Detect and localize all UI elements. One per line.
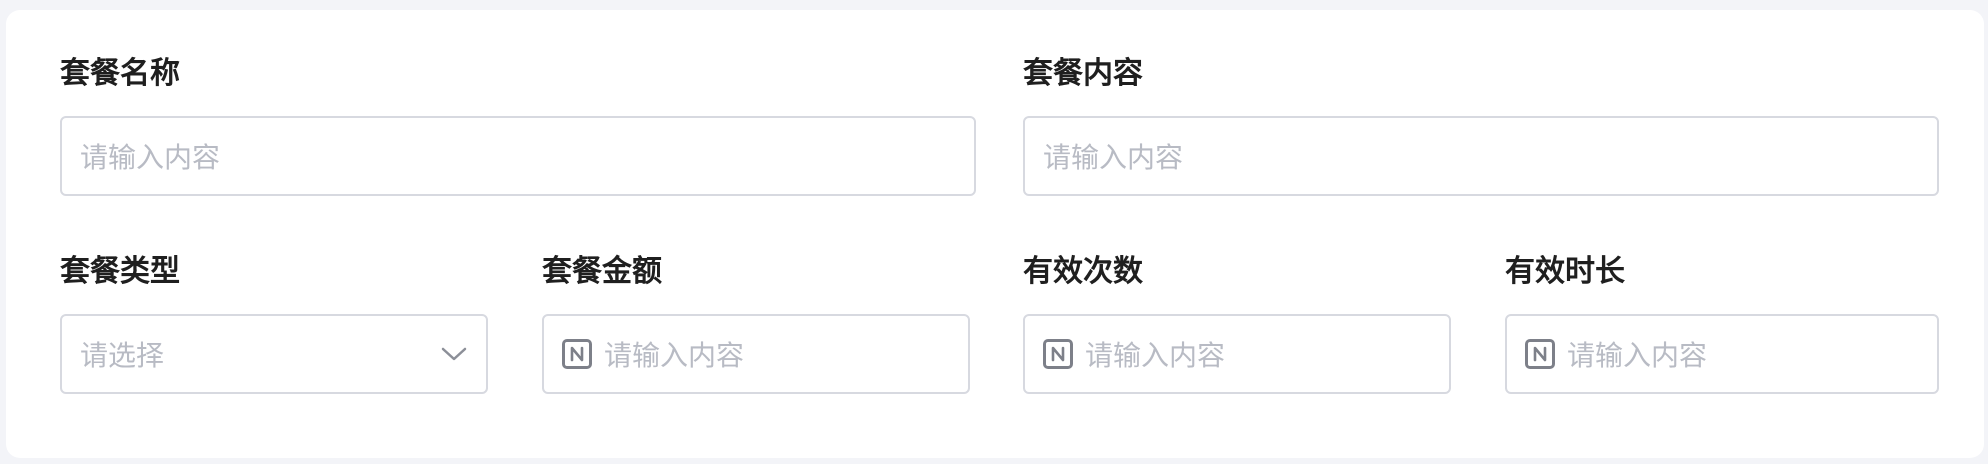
package-content-field: 套餐内容 请输入内容: [1023, 54, 1939, 198]
package-content-placeholder: 请输入内容: [1043, 141, 1184, 174]
valid-duration-label: 有效时长: [1505, 254, 1625, 289]
valid-duration-field: 有效时长 请输入内容: [1505, 252, 1939, 396]
form-card: 套餐名称 请输入内容 套餐内容 请输入内容 套餐类型 请选择 套餐金额 请输入内…: [6, 10, 1984, 458]
package-name-field: 套餐名称 请输入内容: [60, 54, 976, 198]
package-type-field: 套餐类型 请选择: [60, 252, 488, 396]
package-content-input[interactable]: 请输入内容: [1023, 116, 1939, 196]
package-content-label: 套餐内容: [1023, 56, 1143, 91]
package-amount-field: 套餐金额 请输入内容: [542, 252, 970, 396]
valid-duration-input[interactable]: 请输入内容: [1505, 314, 1939, 394]
package-type-placeholder: 请选择: [80, 339, 165, 372]
package-type-select[interactable]: 请选择: [60, 314, 488, 394]
chevron-down-icon: [440, 340, 468, 368]
package-amount-placeholder: 请输入内容: [604, 339, 745, 372]
package-amount-label: 套餐金额: [542, 254, 662, 289]
package-name-placeholder: 请输入内容: [80, 141, 221, 174]
valid-count-field: 有效次数 请输入内容: [1023, 252, 1451, 396]
package-name-input[interactable]: 请输入内容: [60, 116, 976, 196]
number-icon: [1043, 339, 1073, 369]
package-amount-input[interactable]: 请输入内容: [542, 314, 970, 394]
package-name-label: 套餐名称: [60, 56, 180, 91]
valid-count-label: 有效次数: [1023, 254, 1143, 289]
number-icon: [1525, 339, 1555, 369]
valid-count-placeholder: 请输入内容: [1085, 339, 1226, 372]
number-icon: [562, 339, 592, 369]
valid-count-input[interactable]: 请输入内容: [1023, 314, 1451, 394]
package-type-label: 套餐类型: [60, 254, 180, 289]
valid-duration-placeholder: 请输入内容: [1567, 339, 1708, 372]
